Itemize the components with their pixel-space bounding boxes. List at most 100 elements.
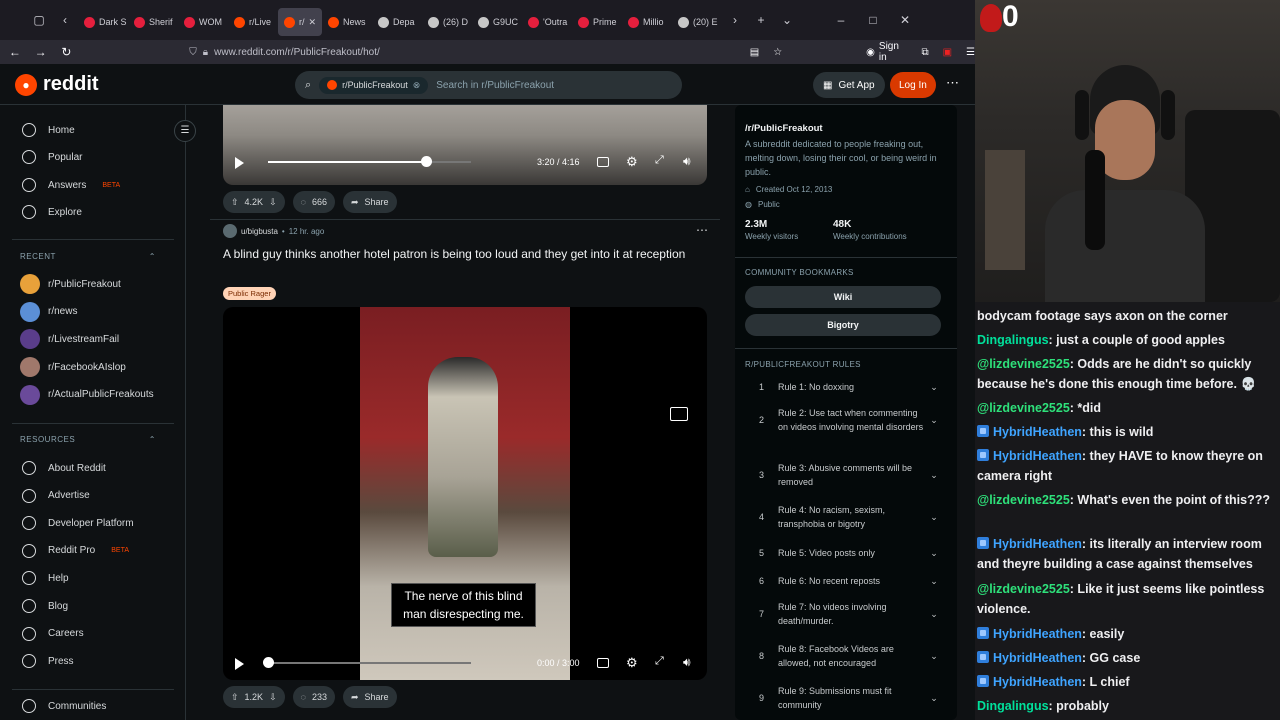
picture-in-picture-icon[interactable] xyxy=(670,407,688,421)
seek-bar[interactable] xyxy=(268,161,471,163)
close-tab-icon[interactable]: ✕ xyxy=(309,17,317,28)
sidebar-item-resource[interactable]: Advertise xyxy=(22,488,90,503)
play-icon[interactable] xyxy=(235,658,244,670)
reddit-logo[interactable]: ● reddit xyxy=(15,73,99,96)
browser-tab[interactable]: Dark S xyxy=(78,8,128,36)
play-icon[interactable] xyxy=(235,157,244,169)
chat-username[interactable]: Dingalingus xyxy=(977,333,1049,347)
browser-tab[interactable]: 'Outra xyxy=(522,8,572,36)
seek-handle[interactable] xyxy=(421,156,433,167)
recent-community-item[interactable]: r/FacebookAIslop xyxy=(20,357,126,378)
rule-item[interactable]: 6 Rule 6: No recent reposts ⌄ xyxy=(745,574,941,588)
sidebar-item-communities[interactable]: Communities xyxy=(22,699,106,713)
sidebar-item-resource[interactable]: About Reddit xyxy=(22,461,106,475)
chat-username[interactable]: HybridHeathen xyxy=(993,537,1082,551)
browser-tab[interactable]: r/Live xyxy=(228,8,278,36)
sidebar-item-resource[interactable]: Press xyxy=(22,654,74,669)
bookmark-star-icon[interactable]: ☆ xyxy=(773,47,782,58)
browser-tab[interactable]: Millio xyxy=(622,8,672,36)
clear-chip-icon[interactable]: ⊗ xyxy=(413,80,421,91)
browser-tab[interactable]: Sherif xyxy=(128,8,178,36)
browser-tab[interactable]: Prime xyxy=(572,8,622,36)
seek-bar[interactable] xyxy=(268,662,471,664)
browser-tab[interactable]: Depa xyxy=(372,8,422,36)
sidebar-item-resource[interactable]: Blog xyxy=(22,599,68,613)
recent-community-item[interactable]: r/ActualPublicFreakouts xyxy=(20,384,154,405)
recent-community-item[interactable]: r/LivestreamFail xyxy=(20,329,119,350)
tab-scroll-right-icon[interactable]: › xyxy=(722,13,748,27)
bookmark-button[interactable]: Bigotry xyxy=(745,314,941,336)
sidebar-item-home[interactable]: Home xyxy=(22,123,75,137)
share-button[interactable]: ➦ Share xyxy=(343,686,397,708)
back-icon[interactable]: ← xyxy=(2,45,28,59)
sidebar-item-resource[interactable]: Careers xyxy=(22,626,84,641)
volume-icon[interactable]: 🔊︎ xyxy=(683,154,691,169)
rule-item[interactable]: 3 Rule 3: Abusive comments will be remove… xyxy=(745,461,941,489)
video-player[interactable]: 3:20 / 4:16 ⚙ ⤢ 🔊︎ xyxy=(223,105,707,185)
collapse-sidebar-icon[interactable]: ☰ xyxy=(174,120,196,142)
bookmark-button[interactable]: Wiki xyxy=(745,286,941,308)
downvote-icon[interactable]: ⇩ xyxy=(269,197,277,208)
browser-tab[interactable]: (26) D xyxy=(422,8,472,36)
extensions-icon[interactable]: ⧉ xyxy=(921,47,928,58)
captions-icon[interactable] xyxy=(597,157,609,167)
post-flair[interactable]: Public Rager xyxy=(223,287,276,300)
chat-username[interactable]: HybridHeathen xyxy=(993,449,1082,463)
chat-username[interactable]: @lizdevine2525 xyxy=(977,401,1070,415)
subreddit-search-chip[interactable]: r/PublicFreakout ⊗ xyxy=(319,76,429,94)
tab-list-chevron-icon[interactable]: ⌄ xyxy=(774,13,800,27)
chat-username[interactable]: @lizdevine2525 xyxy=(977,357,1070,371)
settings-icon[interactable]: ⚙ xyxy=(626,655,638,671)
sidebar-item-resource[interactable]: Developer Platform xyxy=(22,516,134,531)
more-options-icon[interactable]: ⋯ xyxy=(946,75,959,91)
chat-username[interactable]: Dingalingus xyxy=(977,699,1049,713)
upvote-icon[interactable]: ⇧ xyxy=(231,692,239,703)
chat-username[interactable]: HybridHeathen xyxy=(993,425,1082,439)
browser-tab[interactable]: WOM xyxy=(178,8,228,36)
recent-section-header[interactable]: RECENT ⌃ xyxy=(20,252,156,261)
browser-tab[interactable]: News xyxy=(322,8,372,36)
log-in-button[interactable]: Log In xyxy=(890,72,936,98)
recent-community-item[interactable]: r/PublicFreakout xyxy=(20,274,121,294)
chat-username[interactable]: HybridHeathen xyxy=(993,627,1082,641)
chat-username[interactable]: @lizdevine2525 xyxy=(977,582,1070,596)
rule-item[interactable]: 9 Rule 9: Submissions must fit community ⌄ xyxy=(745,684,941,712)
fullscreen-icon[interactable]: ⤢ xyxy=(655,154,664,167)
volume-icon[interactable]: 🔊︎ xyxy=(683,655,691,670)
fullscreen-icon[interactable]: ⤢ xyxy=(655,655,664,668)
resources-section-header[interactable]: RESOURCES ⌃ xyxy=(20,435,156,444)
addon-icon[interactable]: ▣ xyxy=(943,47,952,58)
menu-icon[interactable]: ☰ xyxy=(966,47,975,58)
url-bar[interactable]: ⛉ 🔒︎ www.reddit.com/r/PublicFreakout/hot… xyxy=(189,47,379,58)
browser-tab[interactable]: (20) E xyxy=(672,8,722,36)
maximize-icon[interactable]: □ xyxy=(860,13,886,27)
comments-button[interactable]: ◌ 233 xyxy=(292,686,335,708)
get-app-button[interactable]: ▦ Get App xyxy=(813,72,885,98)
minimize-icon[interactable]: – xyxy=(828,13,854,27)
sidebar-item-answers[interactable]: Answers BETA xyxy=(22,178,120,192)
sidebar-item-popular[interactable]: Popular xyxy=(22,150,82,164)
comments-button[interactable]: ◌ 666 xyxy=(292,191,335,213)
search-bar[interactable]: ⌕ r/PublicFreakout ⊗ Search in r/PublicF… xyxy=(295,71,682,99)
captions-icon[interactable] xyxy=(597,658,609,668)
forward-icon[interactable]: → xyxy=(28,45,54,59)
sidebar-item-resource[interactable]: Help xyxy=(22,571,69,586)
new-tab-icon[interactable]: + xyxy=(748,13,774,27)
sidebar-item-explore[interactable]: Explore xyxy=(22,205,82,219)
post-author[interactable]: u/bigbusta xyxy=(241,227,278,236)
chat-username[interactable]: HybridHeathen xyxy=(993,675,1082,689)
rule-item[interactable]: 1 Rule 1: No doxxing ⌄ xyxy=(745,380,941,394)
rule-item[interactable]: 8 Rule 8: Facebook Videos are allowed, no… xyxy=(745,642,941,670)
browser-tab[interactable]: G9UC xyxy=(472,8,522,36)
share-button[interactable]: ➦ Share xyxy=(343,191,397,213)
browser-tab[interactable]: r/ ✕ xyxy=(278,8,322,36)
video-player[interactable]: The nerve of this blind man disrespectin… xyxy=(223,307,707,680)
settings-icon[interactable]: ⚙ xyxy=(626,154,638,170)
tab-scroll-left-icon[interactable]: ‹ xyxy=(52,13,78,27)
chat-username[interactable]: @lizdevine2525 xyxy=(977,493,1070,507)
recent-community-item[interactable]: r/news xyxy=(20,301,77,322)
sidebar-item-resource[interactable]: Reddit Pro BETA xyxy=(22,543,129,558)
downvote-icon[interactable]: ⇩ xyxy=(269,692,277,703)
upvote-icon[interactable]: ⇧ xyxy=(231,197,239,208)
rule-item[interactable]: 2 Rule 2: Use tact when commenting on vid… xyxy=(745,406,941,434)
